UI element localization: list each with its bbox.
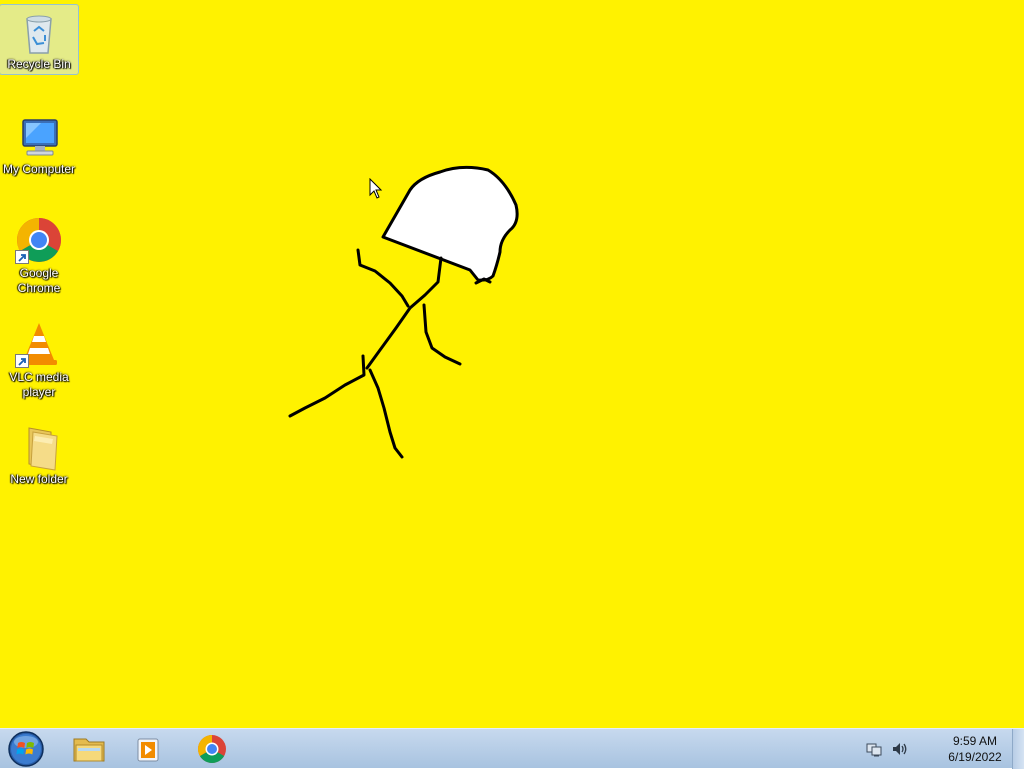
show-desktop-button[interactable]: [1012, 729, 1024, 769]
media-player-icon: [137, 738, 159, 762]
volume-icon[interactable]: [892, 741, 908, 757]
clock-date: 6/19/2022: [948, 750, 1002, 764]
drawing-umbrella-head: [381, 165, 519, 282]
drawing-stick-body: [288, 248, 492, 459]
desktop[interactable]: Recycle Bin My Computer Google Chrome VL…: [0, 0, 1024, 728]
start-button[interactable]: [5, 730, 47, 768]
taskbar-file-explorer-button[interactable]: [62, 731, 116, 767]
taskbar: 9:59 AM 6/19/2022: [0, 728, 1024, 769]
start-orb-icon: [8, 731, 44, 767]
file-explorer-icon: [73, 738, 105, 762]
taskbar-media-player-button[interactable]: [122, 731, 176, 767]
network-icon[interactable]: [866, 741, 882, 757]
clock-time: 9:59 AM: [952, 734, 998, 748]
taskbar-chrome-button[interactable]: [185, 731, 239, 767]
stick-figure-drawing: [288, 165, 519, 459]
mouse-cursor-icon: [369, 178, 383, 199]
chrome-icon: [198, 735, 226, 763]
system-clock[interactable]: 9:59 AM 6/19/2022: [942, 733, 1008, 765]
